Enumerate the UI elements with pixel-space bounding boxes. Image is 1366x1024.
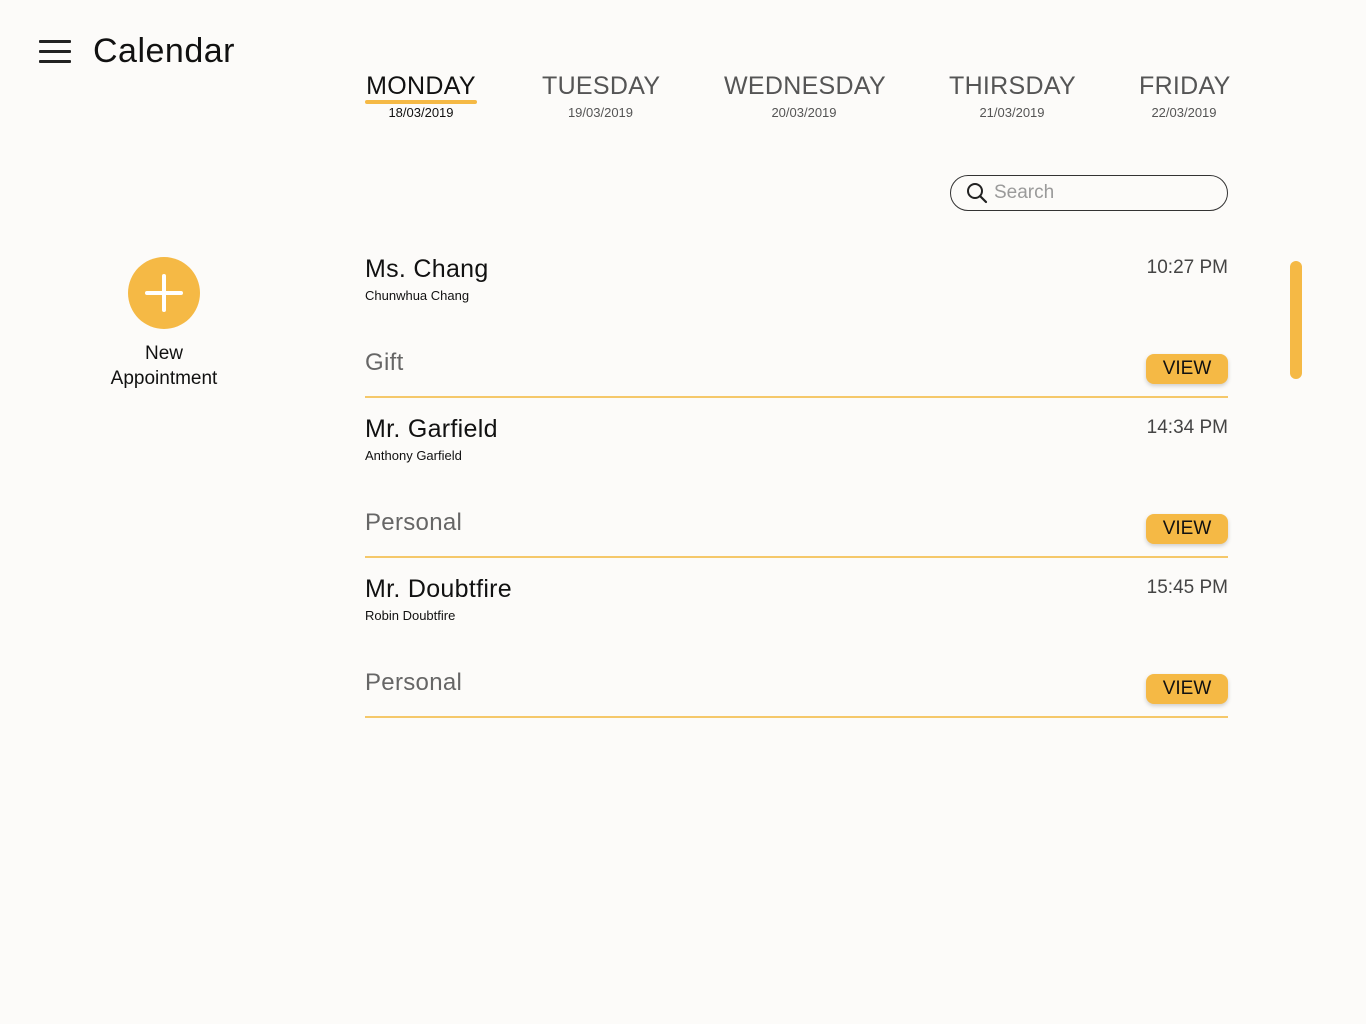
- view-button[interactable]: VIEW: [1146, 354, 1228, 384]
- menu-bar: [39, 50, 71, 53]
- appointment-full-name: Robin Doubtfire: [365, 608, 456, 623]
- tab-day-label: MONDAY: [366, 72, 476, 100]
- divider: [365, 396, 1228, 398]
- calendar-app: Calendar MONDAY 18/03/2019 TUESDAY 19/03…: [0, 0, 1366, 1024]
- appointment-name: Mr. Garfield: [365, 415, 498, 443]
- view-button[interactable]: VIEW: [1146, 514, 1228, 544]
- tab-tuesday[interactable]: TUESDAY 19/03/2019: [542, 72, 661, 120]
- tab-date-label: 18/03/2019: [388, 105, 454, 120]
- tab-friday[interactable]: FRIDAY 22/03/2019: [1139, 72, 1231, 120]
- tab-date-label: 21/03/2019: [979, 105, 1045, 120]
- hamburger-menu-icon[interactable]: [39, 38, 71, 66]
- appointment-item: Ms. Chang Chunwhua Chang 10:27 PM Gift V…: [365, 241, 1228, 401]
- tab-date-label: 22/03/2019: [1151, 105, 1217, 120]
- search-input[interactable]: [994, 180, 1214, 206]
- appointment-item: Mr. Doubtfire Robin Doubtfire 15:45 PM P…: [365, 561, 1228, 721]
- appointment-full-name: Chunwhua Chang: [365, 288, 470, 303]
- tab-day-label: TUESDAY: [542, 72, 661, 100]
- divider: [365, 716, 1228, 718]
- view-button[interactable]: VIEW: [1146, 674, 1228, 704]
- tab-date-label: 20/03/2019: [771, 105, 837, 120]
- appointment-category: Personal: [365, 509, 463, 536]
- tab-date-label: 19/03/2019: [567, 105, 634, 120]
- appointment-name: Mr. Doubtfire: [365, 575, 513, 603]
- label-line: New: [144, 343, 183, 364]
- search-icon: [967, 183, 988, 204]
- new-appointment-label: New Appointment: [100, 341, 228, 391]
- tab-day-label: FRIDAY: [1139, 72, 1231, 100]
- tab-day-label: WEDNESDAY: [724, 72, 886, 100]
- tab-monday[interactable]: MONDAY 18/03/2019: [365, 72, 477, 120]
- appointment-name: Ms. Chang: [365, 255, 489, 283]
- page-title: Calendar: [93, 32, 235, 70]
- divider: [365, 556, 1228, 558]
- menu-bar: [39, 60, 71, 63]
- tab-day-label: THIRSDAY: [949, 72, 1076, 100]
- appointment-category: Personal: [365, 669, 463, 696]
- active-tab-indicator: [365, 100, 477, 104]
- new-appointment-button[interactable]: New Appointment: [100, 257, 228, 391]
- plus-circle-icon: [128, 257, 200, 329]
- appointment-time: 15:45 PM: [1146, 577, 1228, 598]
- tab-thursday[interactable]: THIRSDAY 21/03/2019: [949, 72, 1076, 120]
- tab-wednesday[interactable]: WEDNESDAY 20/03/2019: [724, 72, 886, 120]
- appointment-time: 10:27 PM: [1146, 257, 1228, 278]
- appointment-category: Gift: [365, 349, 404, 376]
- search-box[interactable]: [950, 175, 1228, 211]
- menu-bar: [39, 40, 71, 43]
- appointment-item: Mr. Garfield Anthony Garfield 14:34 PM P…: [365, 401, 1228, 561]
- appointment-full-name: Anthony Garfield: [365, 448, 462, 463]
- appointment-time: 14:34 PM: [1146, 417, 1228, 438]
- label-line: Appointment: [110, 368, 218, 389]
- scrollbar-thumb[interactable]: [1290, 261, 1302, 379]
